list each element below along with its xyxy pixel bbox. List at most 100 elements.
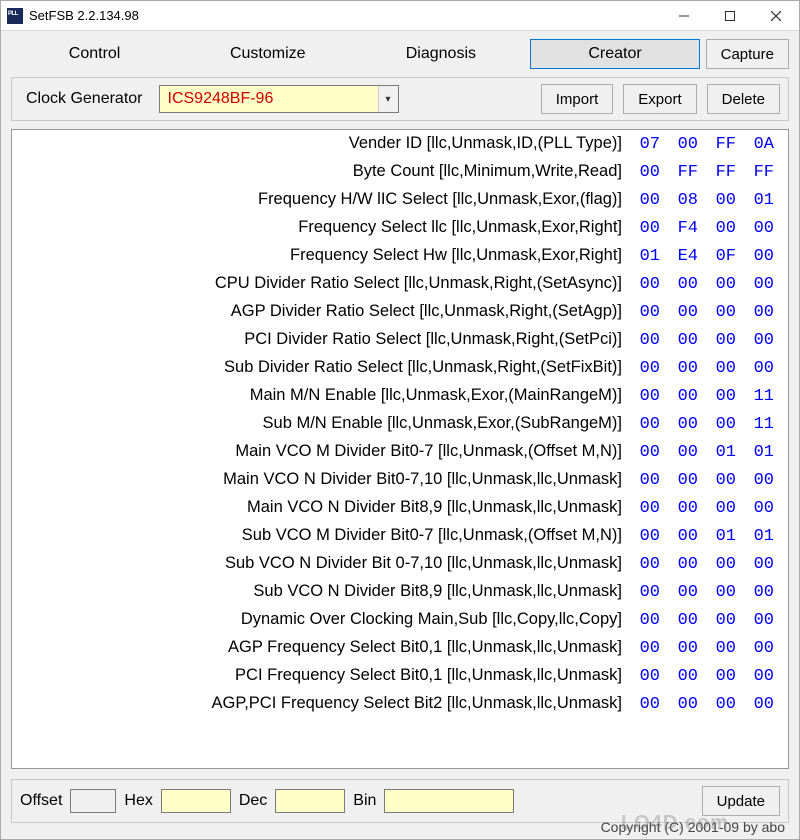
hex-values: 00000000 [632,695,782,714]
hex-byte: 00 [632,443,660,462]
list-item[interactable]: PCI Divider Ratio Select [llc,Unmask,Rig… [18,330,782,358]
hex-byte: 01 [632,247,660,266]
list-item[interactable]: AGP Frequency Select Bit0,1 [llc,Unmask,… [18,638,782,666]
minimize-button[interactable] [661,1,707,31]
hex-byte: FF [708,163,736,182]
hex-values: 00F40000 [632,219,782,238]
list-item[interactable]: Sub VCO M Divider Bit0-7 [llc,Unmask,(Of… [18,526,782,554]
hex-byte: 00 [746,219,774,238]
hex-values: 00000000 [632,359,782,378]
hex-byte: 00 [670,471,698,490]
hex-byte: 00 [746,471,774,490]
hex-byte: 01 [746,443,774,462]
hex-byte: 00 [746,499,774,518]
list-item[interactable]: Main VCO M Divider Bit0-7 [llc,Unmask,(O… [18,442,782,470]
hex-byte: 00 [746,583,774,602]
tab-creator[interactable]: Creator [530,39,699,69]
hex-byte: E4 [670,247,698,266]
list-item[interactable]: AGP Divider Ratio Select [llc,Unmask,Rig… [18,302,782,330]
clock-generator-dropdown[interactable]: ICS9248BF-96 ▾ [159,85,399,113]
hex-byte: 00 [708,667,736,686]
hex-byte: 00 [632,555,660,574]
hex-byte: 00 [632,667,660,686]
offset-label: Offset [20,792,62,810]
parameter-label: Sub M/N Enable [llc,Unmask,Exor,(SubRang… [18,414,632,433]
capture-button[interactable]: Capture [706,39,789,69]
hex-byte: FF [746,163,774,182]
list-item[interactable]: Byte Count [llc,Minimum,Write,Read]00 FF F… [18,162,782,190]
tab-customize[interactable]: Customize [184,39,351,69]
hex-byte: 08 [670,191,698,210]
hex-byte: 00 [746,639,774,658]
import-button[interactable]: Import [541,84,614,114]
hex-byte: 00 [708,583,736,602]
hex-values: 00000011 [632,415,782,434]
list-item[interactable]: Dynamic Over Clocking Main,Sub [llc,Copy… [18,610,782,638]
hex-byte: 00 [670,359,698,378]
list-item[interactable]: Vender ID [llc,Unmask,ID,(PLL Type)]0700… [18,134,782,162]
maximize-button[interactable] [707,1,753,31]
hex-byte: 00 [632,527,660,546]
bin-input[interactable] [384,789,514,813]
list-item[interactable]: Main VCO N Divider Bit0-7,10 [llc,Unmask… [18,470,782,498]
list-item[interactable]: Main VCO N Divider Bit8,9 [llc,Unmask,ll… [18,498,782,526]
hex-label: Hex [124,792,152,810]
tab-control[interactable]: Control [11,39,178,69]
hex-byte: 00 [670,667,698,686]
list-item[interactable]: Sub Divider Ratio Select [llc,Unmask,Rig… [18,358,782,386]
chevron-down-icon: ▾ [378,86,398,112]
hex-byte: 00 [670,331,698,350]
export-button[interactable]: Export [623,84,696,114]
hex-byte: 00 [632,415,660,434]
watermark: LO4D.com [621,812,729,835]
hex-byte: 0A [746,135,774,154]
list-item[interactable]: Sub VCO N Divider Bit 0-7,10 [llc,Unmask… [18,554,782,582]
dec-input[interactable] [275,789,345,813]
hex-byte: 00 [708,191,736,210]
list-item[interactable]: Frequency Select Hw [llc,Unmask,Exor,Rig… [18,246,782,274]
parameter-label: Main VCO N Divider Bit0-7,10 [llc,Unmask… [18,470,632,489]
list-item[interactable]: PCI Frequency Select Bit0,1 [llc,Unmask,… [18,666,782,694]
hex-byte: 00 [746,555,774,574]
list-item[interactable]: CPU Divider Ratio Select [llc,Unmask,Rig… [18,274,782,302]
hex-byte: 00 [708,275,736,294]
close-button[interactable] [753,1,799,31]
maximize-icon [725,11,735,21]
hex-byte: 07 [632,135,660,154]
hex-values: 00000011 [632,387,782,406]
hex-byte: 00 [708,555,736,574]
hex-byte: 00 [708,303,736,322]
list-item[interactable]: Frequency Select llc [llc,Unmask,Exor,Ri… [18,218,782,246]
parameter-label: Sub VCO N Divider Bit 0-7,10 [llc,Unmask… [18,554,632,573]
parameter-label: AGP Divider Ratio Select [llc,Unmask,Rig… [18,302,632,321]
list-item[interactable]: AGP,PCI Frequency Select Bit2 [llc,Unmas… [18,694,782,722]
titlebar: SetFSB 2.2.134.98 [1,1,799,31]
list-item[interactable]: Sub VCO N Divider Bit8,9 [llc,Unmask,llc… [18,582,782,610]
tab-row: Control Customize Diagnosis Creator Capt… [11,39,789,69]
parameter-label: Frequency Select Hw [llc,Unmask,Exor,Rig… [18,246,632,265]
hex-byte: 00 [746,303,774,322]
list-item[interactable]: Sub M/N Enable [llc,Unmask,Exor,(SubRang… [18,414,782,442]
hex-byte: 00 [708,695,736,714]
hex-byte: FF [708,135,736,154]
hex-byte: 00 [670,499,698,518]
register-list[interactable]: Vender ID [llc,Unmask,ID,(PLL Type)]07 00… [11,129,789,769]
parameter-label: Byte Count [llc,Minimum,Write,Read] [18,162,632,181]
hex-input[interactable] [161,789,231,813]
list-item[interactable]: Frequency H/W lIC Select [llc,Unmask,Exo… [18,190,782,218]
list-item[interactable]: Main M/N Enable [llc,Unmask,Exor,(MainRa… [18,386,782,414]
hex-byte: 00 [632,471,660,490]
hex-values: 00000000 [632,611,782,630]
hex-byte: 00 [632,387,660,406]
hex-byte: 00 [670,695,698,714]
close-icon [771,11,781,21]
offset-input[interactable] [70,789,116,813]
tab-diagnosis[interactable]: Diagnosis [357,39,524,69]
parameter-label: Vender ID [llc,Unmask,ID,(PLL Type)] [18,134,632,153]
hex-byte: 00 [632,583,660,602]
hex-values: 01E40F00 [632,247,782,266]
delete-button[interactable]: Delete [707,84,780,114]
hex-byte: 01 [746,527,774,546]
hex-byte: 00 [632,163,660,182]
parameter-label: Main VCO M Divider Bit0-7 [llc,Unmask,(O… [18,442,632,461]
